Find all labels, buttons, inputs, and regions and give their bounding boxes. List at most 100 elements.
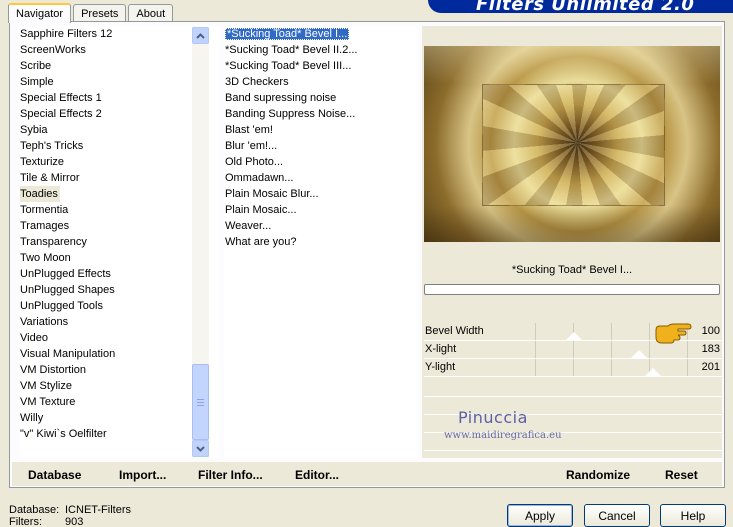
category-item[interactable]: Two Moon — [20, 250, 219, 266]
category-label: Special Effects 2 — [20, 108, 102, 120]
param-row[interactable]: Y-light 201 — [424, 359, 722, 377]
filter-label: Blur 'em!... — [225, 140, 278, 152]
param-label: Y-light — [425, 361, 456, 373]
category-label: Sapphire Filters 12 — [20, 28, 113, 40]
category-label: Sybia — [20, 124, 48, 136]
filter-label: Old Photo... — [225, 156, 284, 168]
category-item[interactable]: VM Texture — [20, 394, 219, 410]
category-item[interactable]: Simple — [20, 74, 219, 90]
import-button[interactable]: Import... — [119, 468, 166, 482]
category-label: VM Texture — [20, 396, 76, 408]
chevron-up-icon — [196, 32, 205, 39]
category-label: Scribe — [20, 60, 52, 72]
category-item[interactable]: Toadies — [20, 186, 219, 202]
param-value: 201 — [701, 361, 720, 373]
category-label: Video — [20, 332, 48, 344]
category-label: UnPlugged Effects — [20, 268, 111, 280]
filter-item[interactable]: Weaver... — [224, 218, 417, 234]
filter-label: 3D Checkers — [225, 76, 289, 88]
category-label: Visual Manipulation — [20, 348, 116, 360]
category-label: Variations — [20, 316, 69, 328]
scroll-thumb[interactable] — [192, 364, 209, 440]
banner-title: Filters Unlimited 2.0 — [476, 0, 695, 13]
filter-item[interactable]: *Sucking Toad* Bevel I... — [224, 26, 417, 42]
preview-bevel-top — [424, 46, 720, 84]
category-item[interactable]: Video — [20, 330, 219, 346]
pointing-hand-icon — [655, 323, 692, 344]
filter-item[interactable]: What are you? — [224, 234, 417, 250]
filter-item[interactable]: Banding Suppress Noise... — [224, 106, 417, 122]
progress-bar — [424, 284, 720, 295]
category-item[interactable]: Willy — [20, 410, 219, 426]
param-label: Bevel Width — [425, 325, 484, 337]
category-item[interactable]: Texturize — [20, 154, 219, 170]
category-label: VM Stylize — [20, 380, 72, 392]
filter-info-button[interactable]: Filter Info... — [198, 468, 263, 482]
tab-presets[interactable]: Presets — [73, 4, 127, 22]
filter-label: *Sucking Toad* Bevel II.2... — [225, 44, 358, 56]
randomize-button[interactable]: Randomize — [566, 468, 630, 482]
category-label: "v" Kiwi`s Oelfilter — [20, 428, 107, 440]
filter-item[interactable]: Old Photo... — [224, 154, 417, 170]
filter-item[interactable]: 3D Checkers — [224, 74, 417, 90]
filter-item[interactable]: Band supressing noise — [224, 90, 417, 106]
watermark-url: www.maidiregrafica.eu — [444, 430, 562, 441]
category-scrollbar[interactable] — [192, 27, 209, 457]
filter-label: Weaver... — [225, 220, 272, 232]
slider-marker — [631, 350, 648, 358]
category-list[interactable]: Sapphire Filters 12 ScreenWorks Scribe Simp… — [20, 26, 219, 458]
tab-about[interactable]: About — [128, 4, 174, 22]
category-item[interactable]: Variations — [20, 314, 219, 330]
filter-list[interactable]: *Sucking Toad* Bevel I... *Sucking Toad* … — [224, 26, 417, 458]
preview-image — [424, 46, 720, 242]
slider-marker — [566, 332, 583, 340]
param-slider[interactable] — [498, 359, 694, 376]
category-item[interactable]: Teph's Tricks — [20, 138, 219, 154]
scroll-down-button[interactable] — [192, 440, 209, 457]
filter-label: What are you? — [225, 236, 297, 248]
category-item[interactable]: ScreenWorks — [20, 42, 219, 58]
filter-item[interactable]: Ommadawn... — [224, 170, 417, 186]
grip-icon — [197, 398, 204, 406]
tab-navigator[interactable]: Navigator — [8, 3, 72, 23]
category-item[interactable]: Special Effects 2 — [20, 106, 219, 122]
category-item[interactable]: VM Distortion — [20, 362, 219, 378]
param-label: X-light — [425, 343, 457, 355]
filter-item[interactable]: Plain Mosaic... — [224, 202, 417, 218]
database-button[interactable]: Database — [28, 468, 81, 482]
editor-button[interactable]: Editor... — [295, 468, 339, 482]
category-item[interactable]: Sapphire Filters 12 — [20, 26, 219, 42]
category-item[interactable]: UnPlugged Effects — [20, 266, 219, 282]
category-item[interactable]: Tramages — [20, 218, 219, 234]
filter-label: Banding Suppress Noise... — [225, 108, 356, 120]
category-item[interactable]: Transparency — [20, 234, 219, 250]
watermark-name: Pinuccia — [458, 408, 528, 427]
filter-item[interactable]: Plain Mosaic Blur... — [224, 186, 417, 202]
category-item[interactable]: Sybia — [20, 122, 219, 138]
category-item[interactable]: Tormentia — [20, 202, 219, 218]
category-item[interactable]: Visual Manipulation — [20, 346, 219, 362]
category-label: Two Moon — [20, 252, 71, 264]
reset-button[interactable]: Reset — [665, 468, 698, 482]
apply-button[interactable]: Apply — [507, 504, 573, 527]
cancel-button[interactable]: Cancel — [584, 504, 650, 527]
category-item[interactable]: "v" Kiwi`s Oelfilter — [20, 426, 219, 442]
help-button[interactable]: Help — [660, 504, 726, 527]
category-item[interactable]: Tile & Mirror — [20, 170, 219, 186]
category-item[interactable]: UnPlugged Shapes — [20, 282, 219, 298]
category-label: Special Effects 1 — [20, 92, 102, 104]
scroll-up-button[interactable] — [192, 27, 209, 44]
category-label: ScreenWorks — [20, 44, 86, 56]
category-item[interactable]: Scribe — [20, 58, 219, 74]
navigator-panel: Sapphire Filters 12 ScreenWorks Scribe Simp… — [9, 21, 725, 488]
filter-label: Blast 'em! — [225, 124, 273, 136]
category-item[interactable]: Special Effects 1 — [20, 90, 219, 106]
filter-item[interactable]: *Sucking Toad* Bevel II.2... — [224, 42, 417, 58]
category-item[interactable]: UnPlugged Tools — [20, 298, 219, 314]
category-label: Texturize — [20, 156, 65, 168]
filter-item[interactable]: Blast 'em! — [224, 122, 417, 138]
filter-item[interactable]: *Sucking Toad* Bevel III... — [224, 58, 417, 74]
filter-item[interactable]: Blur 'em!... — [224, 138, 417, 154]
category-label: Transparency — [20, 236, 87, 248]
category-item[interactable]: VM Stylize — [20, 378, 219, 394]
